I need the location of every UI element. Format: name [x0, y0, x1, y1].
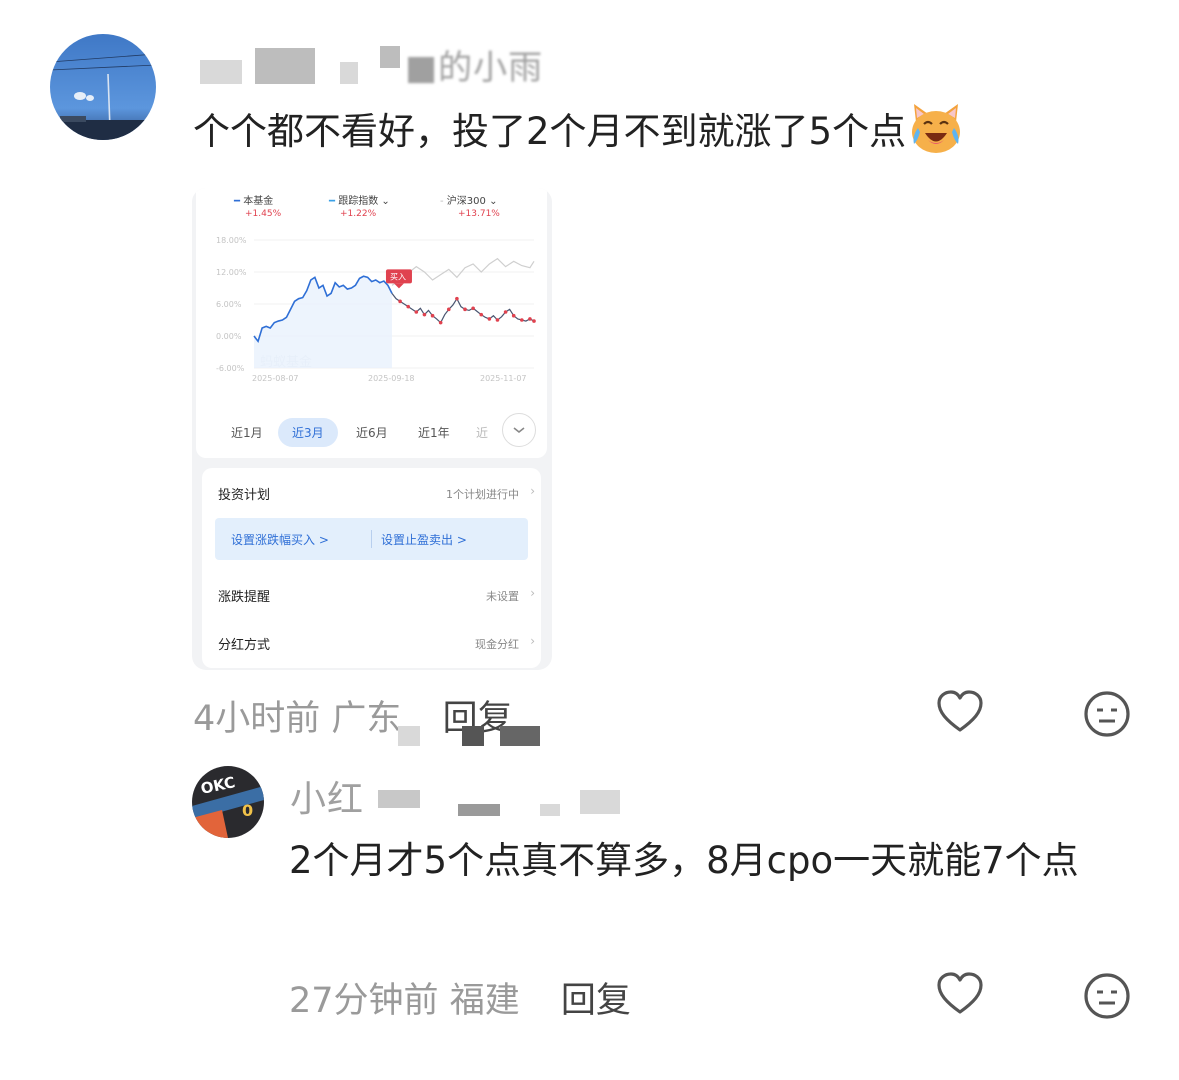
- comment-text: 个个都不看好，投了2个月不到就涨了5个点: [193, 100, 964, 158]
- legend-hs300: - 沪深300 ⌄: [440, 196, 498, 207]
- y-tick-label: 12.00%: [216, 268, 247, 277]
- y-tick-label: 6.00%: [216, 300, 242, 309]
- fund-chart-card: ━ 本基金 +1.45% ━ 跟踪指数 ⌄ +1.22% - 沪深300 ⌄ +…: [196, 188, 547, 458]
- fund-data-point: [495, 318, 500, 322]
- meh-face-icon[interactable]: [1083, 972, 1131, 1020]
- chevron-right-icon: ›: [530, 484, 535, 498]
- plan-status[interactable]: 1个计划进行中: [446, 486, 519, 502]
- mosaic-block: [500, 726, 540, 746]
- fund-data-point: [487, 317, 492, 321]
- fund-data-point: [438, 320, 443, 325]
- avatar-okc-jersey-image: OKC 0: [192, 766, 264, 838]
- reply-button[interactable]: 回复: [561, 981, 631, 1021]
- fund-data-point: [520, 318, 524, 322]
- investment-plan-card: 投资计划 1个计划进行中 › 设置涨跌幅买入 > 设置止盈卖出 > 涨跌提醒 未…: [202, 468, 541, 668]
- mosaic-block: [458, 804, 500, 816]
- mosaic-block: [462, 726, 484, 746]
- buy-marker-label: 买入: [390, 272, 406, 281]
- range-tab-1m[interactable]: 近1月: [217, 418, 277, 447]
- range-tab-1y[interactable]: 近1年: [404, 418, 464, 447]
- alert-value[interactable]: 未设置: [486, 588, 519, 604]
- comment-body: 个个都不看好，投了2个月不到就涨了5个点: [193, 110, 907, 153]
- alert-label: 涨跌提醒: [218, 590, 271, 605]
- chevron-down-icon: [513, 427, 525, 434]
- y-tick-label: 18.00%: [216, 236, 247, 245]
- dividend-label: 分红方式: [218, 638, 271, 653]
- user-avatar[interactable]: [50, 34, 156, 140]
- mosaic-block: [580, 790, 620, 814]
- range-tab-6m[interactable]: 近6月: [342, 418, 402, 447]
- reply-user-avatar[interactable]: OKC 0: [192, 766, 264, 838]
- fund-data-point: [430, 313, 435, 318]
- x-tick-label: 2025-08-07: [252, 374, 299, 383]
- fund-data-point: [422, 312, 427, 317]
- meh-face-icon[interactable]: [1083, 690, 1131, 738]
- fund-line-chart: 18.00% 12.00% 6.00% 0.00% -6.00% 2025-08-07 20…: [216, 236, 536, 383]
- laughing-cat-with-tears-icon: [912, 104, 961, 153]
- legend-hs300-value: +13.71%: [458, 209, 500, 219]
- plan-title: 投资计划: [218, 488, 271, 503]
- mosaic-block: [255, 48, 315, 84]
- avatar-jersey-number: 0: [242, 801, 253, 820]
- dividend-value[interactable]: 现金分红: [475, 636, 519, 652]
- range-tabs: 近1月 近3月 近6月 近1年 近: [196, 410, 547, 450]
- fund-data-point: [479, 312, 484, 317]
- range-tab-more[interactable]: 近: [462, 418, 502, 447]
- range-tab-3m[interactable]: 近3月: [278, 418, 338, 447]
- fund-data-point: [532, 319, 536, 323]
- fund-data-point: [406, 304, 411, 309]
- chevron-right-icon: ›: [530, 586, 535, 600]
- comment-location: 广东: [331, 699, 402, 739]
- fund-data-point: [503, 310, 508, 314]
- divider: [371, 530, 372, 548]
- fund-data-point: [511, 313, 516, 318]
- legend-index-value: +1.22%: [340, 209, 377, 219]
- reply-time: 27分钟前: [289, 981, 439, 1021]
- x-tick-label: 2025-11-07: [480, 374, 527, 383]
- heart-outline-icon[interactable]: [936, 690, 984, 734]
- fund-data-point: [528, 317, 532, 321]
- legend-marker: ━: [234, 196, 244, 207]
- reply-comment-text: 2个月才5个点真不算多，8月cpo一天就能7个点: [289, 839, 1079, 882]
- mosaic-block: [540, 804, 560, 816]
- comment-time: 4小时前: [193, 699, 321, 739]
- fund-data-point: [398, 299, 402, 304]
- mosaic-block: [200, 60, 242, 84]
- range-expand-button[interactable]: [502, 413, 536, 447]
- chevron-right-icon: ›: [530, 634, 535, 648]
- legend-marker: ━: [329, 196, 339, 207]
- reply-username[interactable]: 小红: [290, 770, 364, 822]
- fund-data-point: [414, 310, 419, 314]
- reply-meta: 27分钟前 福建 回复: [289, 972, 631, 1023]
- plan-buttons: 设置涨跌幅买入 > 设置止盈卖出 >: [215, 518, 528, 560]
- legend-fund: ━ 本基金: [234, 192, 273, 207]
- y-tick-label: -6.00%: [216, 364, 245, 373]
- legend-marker: -: [440, 196, 447, 207]
- mosaic-block: [380, 46, 400, 68]
- buy-marker-pointer: [393, 283, 404, 289]
- y-tick-label: 0.00%: [216, 332, 242, 341]
- fund-data-point: [455, 296, 459, 301]
- set-change-buy-button[interactable]: 设置涨跌幅买入 >: [231, 531, 329, 548]
- legend-label: 跟踪指数: [338, 196, 379, 207]
- reply-location: 福建: [449, 981, 520, 1021]
- x-tick-label: 2025-09-18: [368, 374, 415, 383]
- fund-series-line-after-buy: [391, 292, 535, 324]
- comment-thread: ■的小雨 个个都不看好，投了2个月不到就涨了5个点 ━ 本基金 +1.45% ━…: [0, 0, 1179, 1080]
- legend-label: 本基金: [243, 196, 274, 207]
- mosaic-block: [378, 790, 420, 808]
- fund-data-point: [463, 307, 467, 312]
- fund-data-point: [446, 307, 451, 312]
- fund-data-point: [471, 306, 475, 311]
- heart-outline-icon[interactable]: [936, 972, 984, 1016]
- set-take-profit-button[interactable]: 设置止盈卖出 >: [381, 531, 467, 548]
- username[interactable]: ■的小雨: [405, 40, 543, 89]
- mosaic-block: [398, 726, 420, 746]
- fund-screenshot-image[interactable]: ━ 本基金 +1.45% ━ 跟踪指数 ⌄ +1.22% - 沪深300 ⌄ +…: [192, 188, 552, 670]
- avatar-sky-image: [50, 34, 156, 140]
- mosaic-block: [340, 62, 358, 84]
- legend-index: ━ 跟踪指数 ⌄: [329, 196, 390, 207]
- legend-fund-value: +1.45%: [245, 209, 282, 219]
- legend-label: 沪深300: [446, 196, 486, 207]
